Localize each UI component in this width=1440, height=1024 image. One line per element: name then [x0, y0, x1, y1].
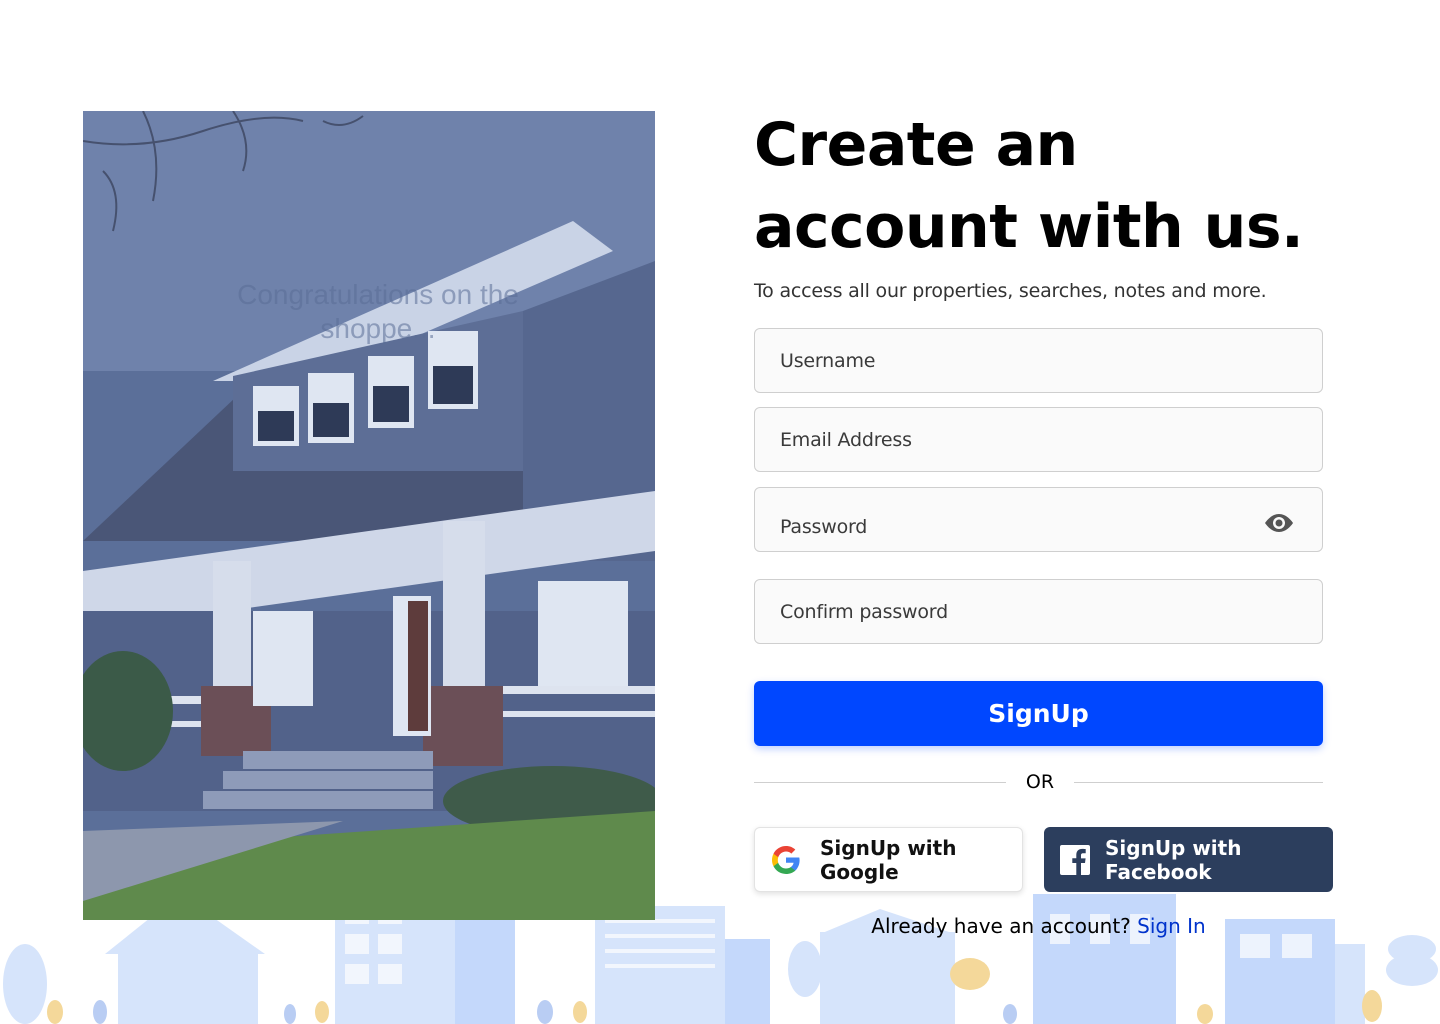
google-signup-button[interactable]: SignUp with Google: [754, 827, 1023, 892]
signin-link[interactable]: Sign In: [1137, 914, 1206, 938]
divider-line-left: [754, 782, 1006, 783]
signin-prompt: Already have an account?: [871, 914, 1131, 938]
facebook-signup-button[interactable]: SignUp with Facebook: [1044, 827, 1333, 892]
google-signup-label: SignUp with Google: [820, 835, 957, 884]
divider-line-right: [1074, 782, 1323, 783]
signup-page: Congratulations on the shoppe... Create …: [0, 0, 1440, 1024]
or-divider: OR: [754, 770, 1323, 796]
facebook-signup-label: SignUp with Facebook: [1105, 835, 1242, 884]
signup-button[interactable]: SignUp: [754, 681, 1323, 746]
title-line-2: account with us.: [754, 192, 1304, 262]
email-field[interactable]: Email Address: [754, 407, 1323, 472]
confirm-password-field[interactable]: Confirm password: [754, 579, 1323, 644]
page-subtitle: To access all our properties, searches, …: [754, 280, 1267, 302]
house-photo: Congratulations on the shoppe...: [83, 111, 655, 920]
signin-row: Already have an account? Sign In: [754, 914, 1323, 938]
facebook-logo-icon: [1060, 844, 1090, 875]
eye-icon[interactable]: [1264, 512, 1294, 534]
hero-overlay-text: Congratulations on the shoppe...: [237, 279, 519, 344]
or-label: OR: [1025, 771, 1055, 793]
title-line-1: Create an: [754, 110, 1078, 180]
username-field[interactable]: Username: [754, 328, 1323, 393]
google-logo-icon: [772, 845, 800, 874]
page-title: Create an account with us.: [754, 104, 1374, 268]
password-field[interactable]: Password: [754, 487, 1323, 552]
